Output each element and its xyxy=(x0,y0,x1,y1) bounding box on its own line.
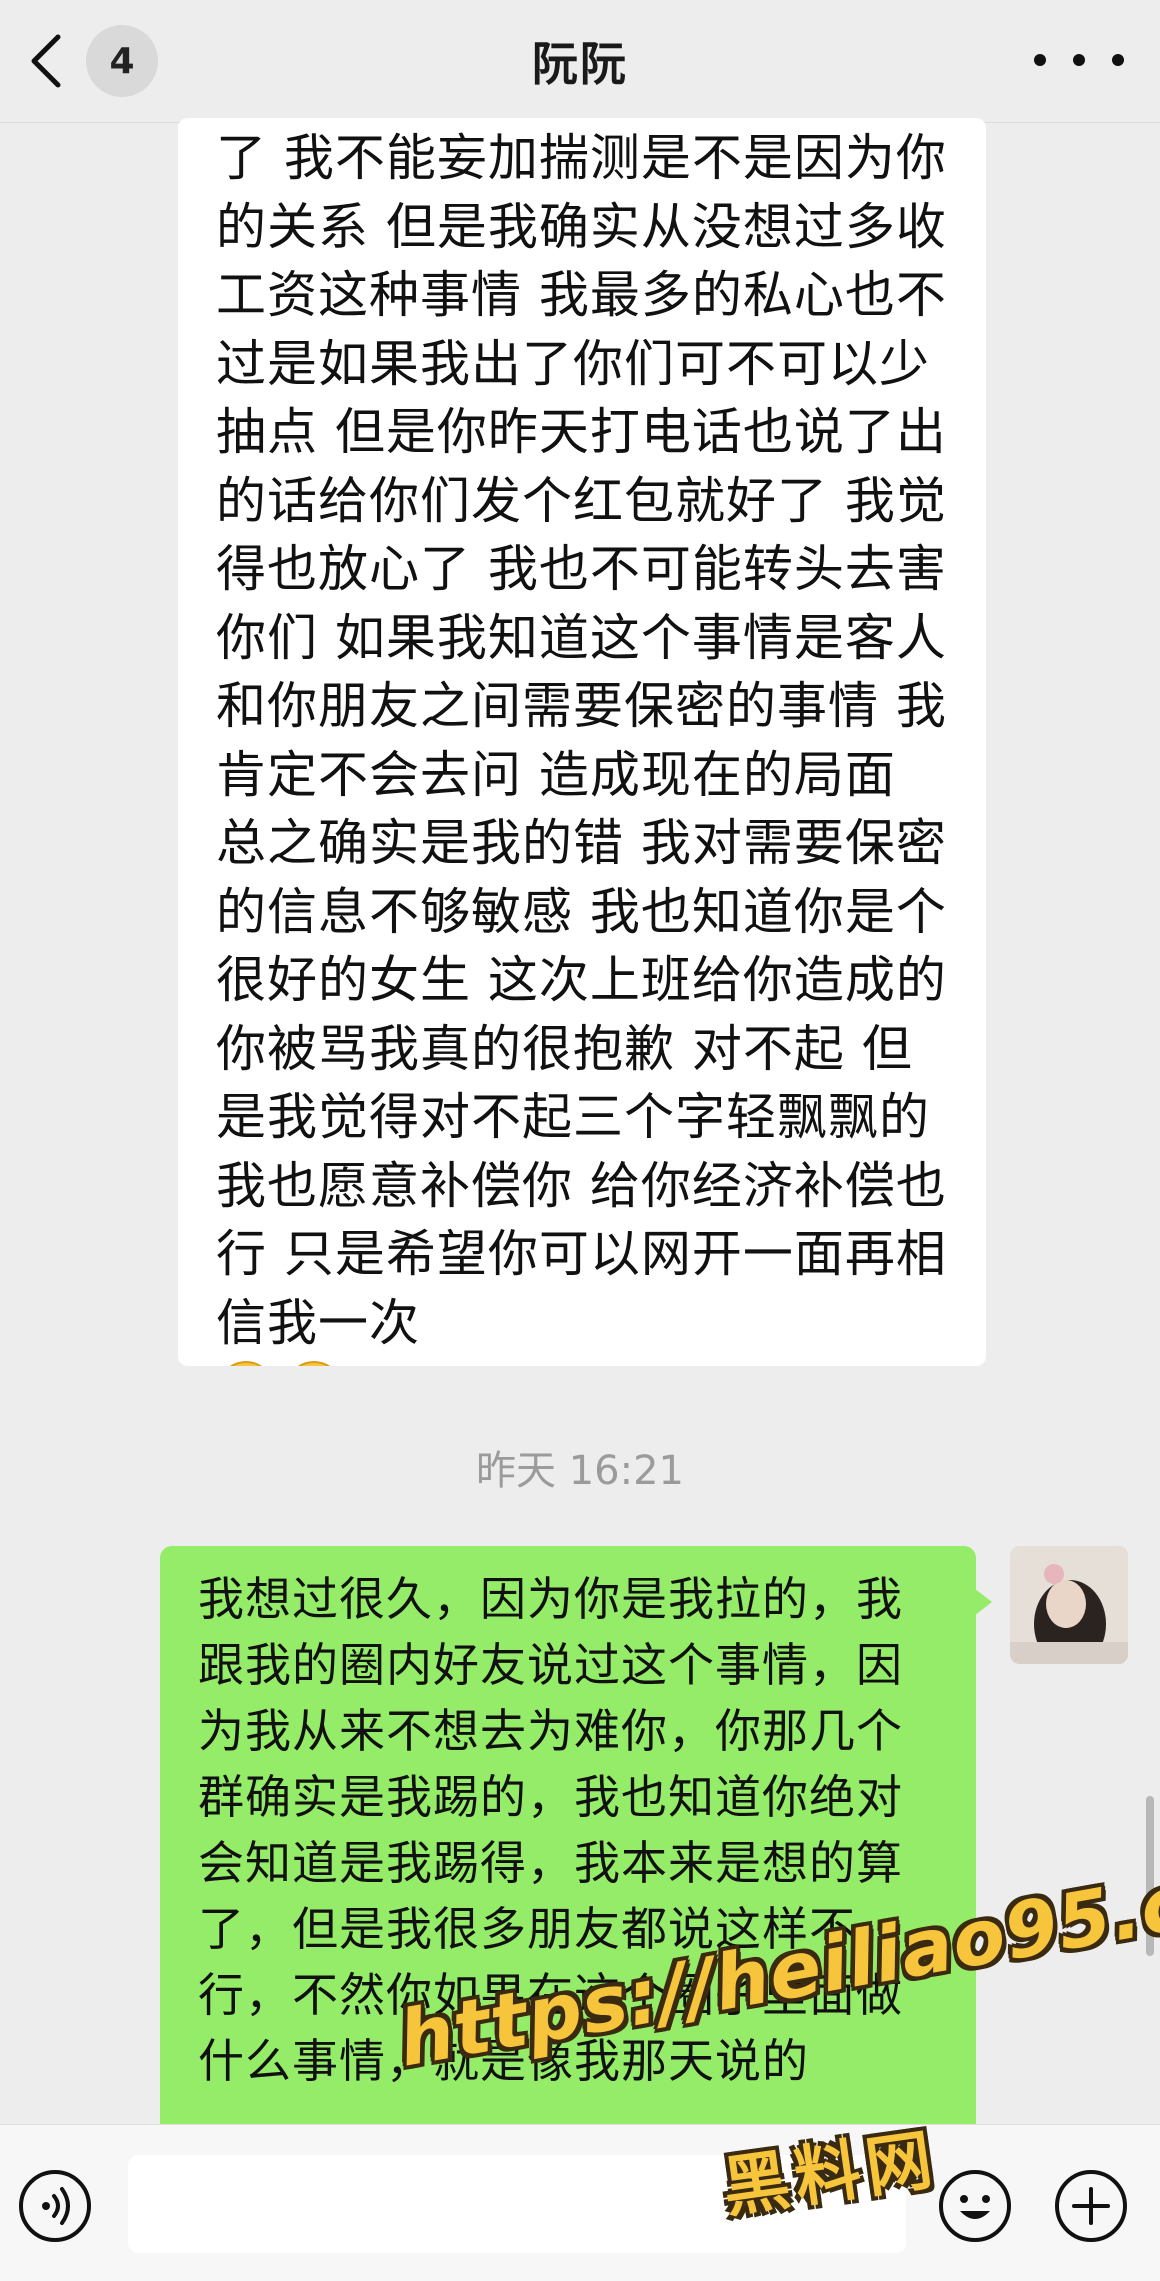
loudly-crying-face-icon xyxy=(230,1361,262,1366)
more-options-button[interactable] xyxy=(1034,40,1124,80)
more-dots-icon xyxy=(1034,54,1046,66)
avatar[interactable] xyxy=(1010,1546,1128,1664)
incoming-message-bubble[interactable]: 了 我不能妄加揣测是不是因为你的关系 但是我确实从没想过多收工资这种事情 我最多… xyxy=(178,118,986,1366)
chat-title: 阮阮 xyxy=(532,37,628,91)
avatar-image xyxy=(1010,1546,1128,1664)
loudly-crying-face-icon xyxy=(298,1361,330,1366)
emoji-row xyxy=(216,1359,950,1366)
emoji-icon[interactable] xyxy=(936,2167,1014,2245)
chat-input-bar xyxy=(0,2124,1160,2281)
incoming-message-text: 了 我不能妄加揣测是不是因为你的关系 但是我确实从没想过多收工资这种事情 我最多… xyxy=(216,129,947,1352)
message-timestamp: 昨天 16:21 xyxy=(476,1448,684,1494)
chat-header: 4 阮阮 xyxy=(0,0,1160,123)
plus-icon[interactable] xyxy=(1052,2167,1130,2245)
voice-icon[interactable] xyxy=(16,2167,94,2245)
bubble-tail xyxy=(974,1588,992,1616)
